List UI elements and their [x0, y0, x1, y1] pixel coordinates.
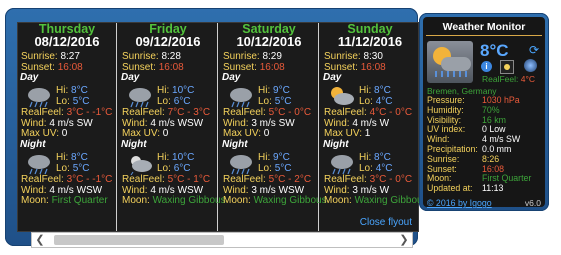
night-hi: Hi: 10°C — [157, 151, 195, 163]
forecast-day-thursday: Thursday 08/12/2016 Sunrise: 8:27 Sunset: 1… — [18, 23, 117, 231]
night-lo: Lo: 5°C — [258, 162, 292, 174]
stat-value: First Quarter — [482, 173, 532, 184]
horizontal-scrollbar[interactable]: ❮ ❯ — [31, 232, 413, 248]
moon-row: Moon: First Quarter — [21, 195, 108, 207]
current-weather-icon — [427, 41, 473, 83]
night-weather-icon — [226, 151, 254, 175]
night-lo: Lo: 6°C — [157, 162, 191, 174]
day-section-label: Day — [323, 72, 342, 84]
day-section-label: Day — [20, 72, 39, 84]
scroll-right-icon[interactable]: ❯ — [396, 233, 412, 247]
night-weather-icon — [327, 151, 355, 175]
scrollbar-thumb[interactable] — [54, 235, 224, 245]
forecast-flyout: Close flyout Thursday 08/12/2016 Sunrise: … — [17, 22, 428, 232]
night-hi: Hi: 9°C — [258, 151, 290, 163]
copyright-link[interactable]: © 2016 by Igogo — [427, 198, 492, 208]
stat-value: 8:26 — [482, 153, 500, 164]
day-weather-icon — [226, 84, 254, 108]
moon-row: Moon: Waxing Gibbous — [122, 195, 226, 207]
moon-row: Moon: Waxing Gibbous — [324, 195, 428, 207]
stat-value: 1030 hPa — [482, 95, 520, 105]
day-lo: Lo: 5°C — [258, 96, 292, 108]
day-hi: Hi: 9°C — [258, 85, 290, 97]
day-lo: Lo: 5°C — [56, 96, 90, 108]
stat-value: 16 km — [482, 114, 506, 125]
scroll-left-icon[interactable]: ❮ — [32, 233, 48, 247]
forecast-window: Close flyout Thursday 08/12/2016 Sunrise: … — [5, 8, 428, 248]
forecast-day-friday: Friday 09/12/2016 Sunrise: 8:28 Sunset: 16:… — [119, 23, 226, 231]
night-section-label: Night — [121, 138, 147, 150]
stat-label: Updated at: — [427, 183, 473, 194]
day-weather-icon — [24, 84, 52, 108]
day-hi: Hi: 8°C — [359, 85, 391, 97]
stat-row: Updated at: 11:13 — [427, 183, 531, 194]
day-hi: Hi: 8°C — [56, 85, 88, 97]
night-weather-icon — [125, 151, 153, 176]
day-date: 11/12/2016 — [337, 34, 403, 49]
day-date: 10/12/2016 — [236, 34, 302, 49]
gadget-title: Weather Monitor — [442, 21, 526, 33]
day-date: 09/12/2016 — [135, 34, 201, 49]
stat-value: 0 Low — [482, 124, 506, 135]
day-lo: Lo: 6°C — [157, 96, 191, 108]
stats-list: Pressure: 1030 hPa Humidity: 70% Visibility:… — [427, 95, 532, 194]
day-weather-icon — [327, 84, 355, 108]
realfeel-row: RealFeel: 4°C — [482, 74, 535, 84]
night-lo: Lo: 5°C — [56, 162, 90, 174]
stat-value: 11:13 — [482, 183, 504, 194]
realfeel-value: 4°C — [520, 74, 536, 84]
night-lo: Lo: 4°C — [359, 162, 393, 174]
day-date: 08/12/2016 — [34, 34, 100, 49]
night-section-label: Night — [20, 138, 46, 150]
stat-value: 4 m/s SW — [482, 134, 521, 145]
stat-value: 0.0 mm — [482, 143, 512, 154]
forecast-day-saturday: Saturday 10/12/2016 Sunrise: 8:29 Sunset: 1… — [220, 23, 327, 231]
day-hi: Hi: 10°C — [157, 85, 195, 97]
stat-value: 70% — [482, 104, 500, 115]
realfeel-label: RealFeel: — [482, 74, 519, 84]
moon-phase-icon — [500, 60, 514, 74]
weather-monitor-gadget: Weather Monitor 8°C ⟳ i RealFeel: 4°C Br… — [419, 13, 549, 211]
title-divider — [426, 35, 542, 36]
day-weather-icon — [125, 84, 153, 108]
info-icon[interactable]: i — [481, 61, 492, 72]
version-label: v6.0 — [524, 198, 541, 208]
refresh-icon[interactable]: ⟳ — [529, 43, 539, 57]
forecast-day-sunday: Sunday 11/12/2016 Sunrise: 8:30 Sunset: 16:… — [321, 23, 428, 231]
night-section-label: Night — [323, 138, 349, 150]
moon-row: Moon: Waxing Gibbous — [223, 195, 327, 207]
radar-icon[interactable] — [524, 59, 537, 72]
current-temperature: 8°C — [480, 41, 509, 60]
night-hi: Hi: 8°C — [359, 151, 391, 163]
night-section-label: Night — [222, 138, 248, 150]
night-hi: Hi: 8°C — [56, 151, 88, 163]
day-section-label: Day — [121, 72, 140, 84]
stat-value: 16:08 — [482, 163, 505, 174]
day-lo: Lo: 4°C — [359, 96, 393, 108]
day-section-label: Day — [222, 72, 241, 84]
night-weather-icon — [24, 151, 52, 175]
